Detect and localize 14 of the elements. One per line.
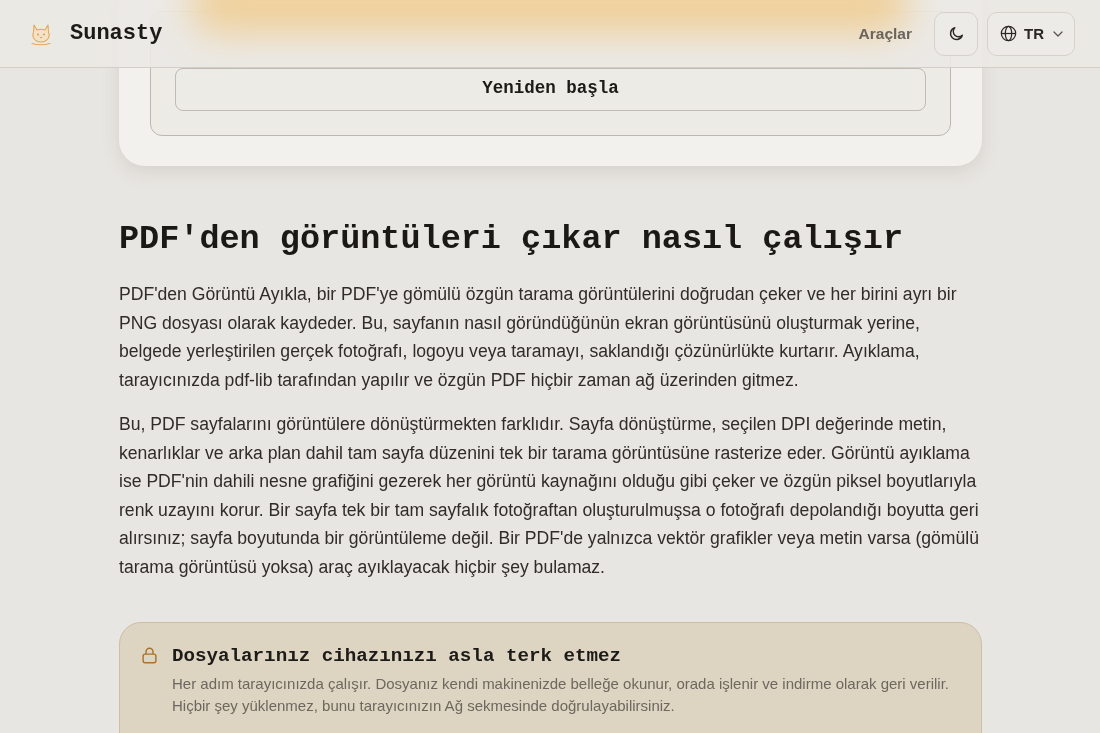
body-paragraph: Bu, PDF sayfalarını görüntülere dönüştürmekten farklıdır. Sayfa dönüştürme, seçilen DPI değerinde metin, kenarlıklar ve arka plan dahil tam sayfa düzenini tek bir tarama görüntüsüne rasterize eder. Görüntü ayıklama ise PDF'nin dahili nesne grafiğini gezerek her görüntü kaynağını olduğu gibi çeker ve özgün piksel boyutlarıyla renk uzayını korur. Bir sayfa tek bir tam sayfalık fotoğraftan oluşturulmuşsa o fotoğrafı depolandığı boyutta geri alırsınız; sayfa boyutunda bir görüntüleme değil. Bir PDF'de yalnızca vektör grafikler veya metin varsa (gömülü tarama görüntüsü yoksa) araç ayıklayacak hiçbir şey bulamaz.	[119, 413, 980, 579]
tools-link[interactable]: Araçlar	[858, 24, 912, 43]
brand-name[interactable]: Sunasty	[70, 21, 163, 46]
section-heading: PDF'den görüntüleri çıkar nasıl çalışır	[119, 219, 905, 259]
restart-button[interactable]: Yeniden başla	[175, 68, 926, 111]
note-text: Her adım tarayıcınızda çalışır. Dosyanız kendi makinenizde belleğe okunur, orada işlenir ve indirme olarak geri verilir. Hiçbir şey yüklenmez, bunu tarayıcınızın Ağ sekmesinde doğrulayabilirsiniz.	[172, 674, 951, 716]
chevron-down-icon	[1053, 30, 1063, 37]
body-paragraph: PDF'den Görüntü Ayıkla, bir PDF'ye gömülü özgün tarama görüntülerini doğrudan çeker ve her birini ayrı bir PNG dosyası olarak kaydeder. Bu, sayfanın nasıl göründüğünün ekran görüntüsünü oluşturmak yerine, belgede yerleştirilen gerçek fotoğrafı, logoyu veya taramayı, saklandığı çözünürlükte kurtarır. Ayıklama, tarayıcınızda pdf-lib tarafından yapılır ve özgün PDF hiçbir zaman ağ üzerinden gitmez.	[119, 283, 958, 392]
globe-icon	[1000, 25, 1017, 42]
note-title: Dosyalarınız cihazınızı asla terk etmez	[172, 644, 623, 669]
lock-icon	[142, 647, 157, 664]
theme-toggle-button[interactable]	[934, 11, 978, 56]
language-button[interactable]: TR	[987, 11, 1075, 56]
moon-icon	[948, 26, 964, 41]
